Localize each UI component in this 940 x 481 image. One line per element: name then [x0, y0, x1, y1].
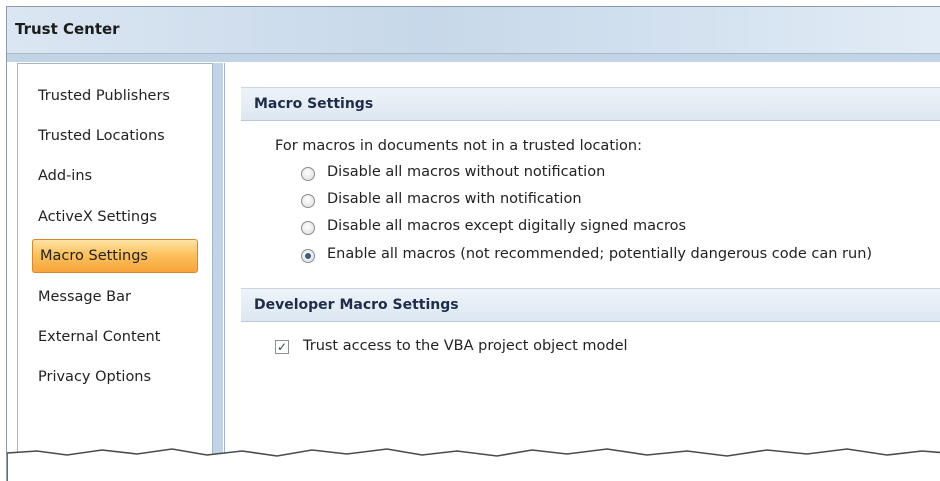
sidebar-item-message-bar[interactable]: Message Bar [38, 287, 208, 323]
sidebar-item-trusted-locations[interactable]: Trusted Locations [38, 126, 208, 162]
radio-button-selected[interactable] [301, 249, 315, 263]
window-title: Trust Center [15, 20, 120, 38]
option-label[interactable]: Enable all macros (not recommended; pote… [327, 246, 872, 262]
trust-center-window: Trust Center Trusted Publishers Trusted … [6, 6, 940, 481]
macro-settings-intro: For macros in documents not in a trusted… [275, 138, 642, 154]
option-label[interactable]: Disable all macros except digitally sign… [327, 218, 686, 234]
option-label[interactable]: Disable all macros without notification [327, 164, 605, 180]
sidebar-item-external-content[interactable]: External Content [38, 327, 208, 363]
sidebar-item-trusted-publishers[interactable]: Trusted Publishers [38, 86, 208, 122]
sidebar: Trusted Publishers Trusted Locations Add… [17, 63, 213, 481]
sidebar-item-privacy-options[interactable]: Privacy Options [38, 367, 208, 403]
title-bar: Trust Center [7, 7, 940, 54]
radio-button[interactable] [301, 221, 315, 235]
trust-vba-checkbox[interactable]: ✓ [275, 340, 289, 354]
developer-settings-title: Developer Macro Settings [254, 297, 459, 313]
option-label[interactable]: Disable all macros with notification [327, 191, 582, 207]
macro-settings-header: Macro Settings [241, 87, 940, 121]
radio-button[interactable] [301, 194, 315, 208]
sidebar-item-activex-settings[interactable]: ActiveX Settings [38, 207, 208, 243]
macro-settings-title: Macro Settings [254, 96, 374, 112]
radio-button[interactable] [301, 167, 315, 181]
content-panel: Macro Settings For macros in documents n… [224, 63, 940, 481]
torn-edge [7, 448, 940, 481]
developer-settings-header: Developer Macro Settings [241, 288, 940, 322]
frame-strip [7, 54, 940, 62]
sidebar-item-macro-settings[interactable]: Macro Settings [32, 239, 198, 273]
trust-vba-label[interactable]: Trust access to the VBA project object m… [303, 338, 628, 354]
panel-gutter [213, 63, 223, 481]
sidebar-item-add-ins[interactable]: Add-ins [38, 166, 208, 202]
